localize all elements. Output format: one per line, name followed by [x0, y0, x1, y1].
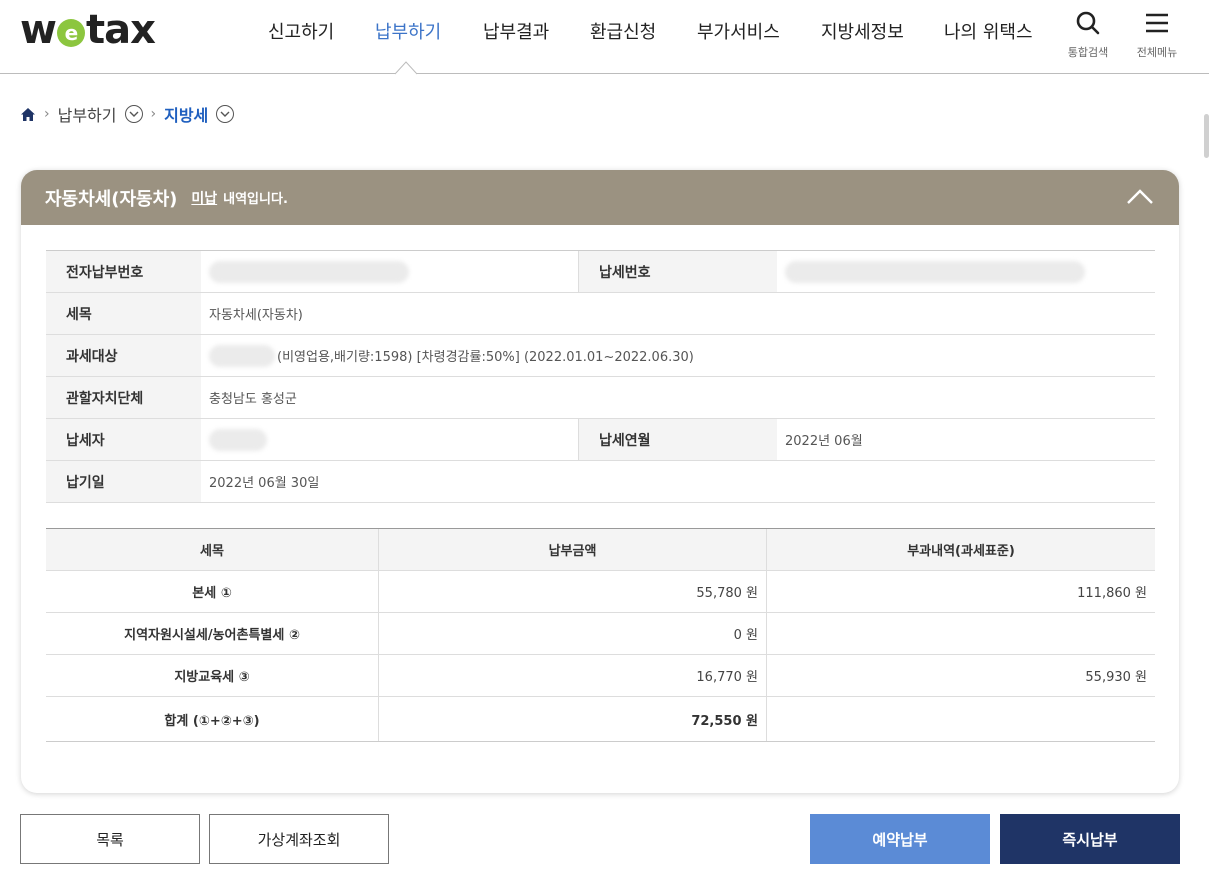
menu-label: 전체메뉴: [1136, 46, 1178, 59]
pay-now-button[interactable]: 즉시납부: [1000, 814, 1180, 864]
tax-item-value: 자동차세(자동차): [209, 308, 303, 323]
unpaid-status-badge: 미납: [191, 190, 218, 207]
reserve-pay-button[interactable]: 예약납부: [810, 814, 990, 864]
nav-item-payment[interactable]: 납부하기: [375, 18, 441, 44]
page-scrollbar-thumb[interactable]: [1204, 114, 1209, 158]
logo-e-icon: e: [56, 19, 85, 47]
epay-number-value: [201, 251, 578, 292]
breadcrumb-payment[interactable]: 납부하기: [58, 102, 117, 126]
epay-number-label: 전자납부번호: [46, 251, 201, 292]
table-header-row: 세목 납부금액 부과내역(과세표준): [46, 529, 1155, 571]
search-icon: [1076, 11, 1100, 35]
assessment-cell: 111,860 원: [766, 571, 1155, 612]
tax-object-value: (비영업용,배기량:1598) [차령경감률:50%] (2022.01.01~…: [201, 335, 694, 376]
search-label: 통합검색: [1067, 46, 1109, 59]
tax-object-label: 과세대상: [46, 335, 201, 376]
tax-item-label: 세목: [46, 293, 201, 334]
wetax-logo[interactable]: w e tax: [20, 7, 156, 53]
table-row: 납기일 2022년 06월 30일: [46, 461, 1155, 503]
table-row: 관할자치단체 충청남도 홍성군: [46, 377, 1155, 419]
redacted-tax-number: [785, 260, 1085, 283]
redacted-epay-number: [209, 260, 409, 283]
breadcrumb-local-tax[interactable]: 지방세: [164, 102, 208, 126]
breadcrumb: › 납부하기 › 지방세: [20, 102, 235, 126]
tax-item-cell: 본세 ①: [192, 586, 232, 601]
active-nav-pointer-icon: [395, 61, 417, 75]
taxpayer-label: 납세자: [46, 419, 201, 460]
taxpayer-value: [201, 419, 578, 460]
col-header-assessment: 부과내역(과세표준): [766, 529, 1155, 570]
col-header-tax-item: 세목: [200, 544, 224, 559]
all-menu-button[interactable]: 전체메뉴: [1129, 10, 1185, 60]
amount-cell: 55,780 원: [378, 571, 766, 612]
nav-item-refund[interactable]: 환급신청: [590, 18, 656, 44]
tax-detail-card: 자동차세(자동차) 미납 내역입니다. 전자납부번호 납세번호 세목 자동차세(…: [21, 170, 1179, 793]
table-row: 본세 ① 55,780 원 111,860 원: [46, 571, 1155, 613]
jurisdiction-value: 충청남도 홍성군: [209, 392, 297, 407]
table-row: 세목 자동차세(자동차): [46, 293, 1155, 335]
due-date-value: 2022년 06월 30일: [209, 476, 320, 491]
tax-info-table: 전자납부번호 납세번호 세목 자동차세(자동차) 과세대상 (비영업용,배기량:…: [46, 250, 1155, 503]
nav-item-local-tax-info[interactable]: 지방세정보: [821, 18, 904, 44]
assessment-cell: 55,930 원: [766, 655, 1155, 696]
redacted-vehicle-number: [209, 344, 275, 367]
table-row: 지방교육세 ③ 16,770 원 55,930 원: [46, 655, 1155, 697]
jurisdiction-label: 관할자치단체: [46, 377, 201, 418]
chevron-right-icon: ›: [44, 106, 50, 122]
nav-item-extra-services[interactable]: 부가서비스: [697, 18, 780, 44]
tax-item-cell: 지역자원시설세/농어촌특별세 ②: [124, 628, 300, 643]
total-amount: 72,550 원: [378, 697, 766, 741]
amount-cell: 0 원: [378, 613, 766, 654]
collapse-chevron-up-icon[interactable]: [1125, 185, 1155, 209]
tax-number-value: [777, 251, 1155, 292]
total-row: 합계 (①+②+③) 72,550 원: [46, 697, 1155, 742]
tax-month-label: 납세연월: [578, 419, 777, 460]
logo-text-left: w: [20, 7, 57, 53]
nav-item-report[interactable]: 신고하기: [268, 18, 334, 44]
top-header: w e tax 신고하기 납부하기 납부결과 환급신청 부가서비스 지방세정보 나의…: [0, 0, 1209, 75]
table-row: 지역자원시설세/농어촌특별세 ② 0 원: [46, 613, 1155, 655]
nav-item-payment-result[interactable]: 납부결과: [483, 18, 549, 44]
tax-month-value: 2022년 06월: [785, 434, 863, 449]
hamburger-menu-icon: [1146, 13, 1168, 33]
total-assessment: [766, 697, 1155, 741]
chevron-down-icon[interactable]: [216, 105, 235, 123]
assessment-cell: [766, 613, 1155, 654]
page-scrollbar[interactable]: [1203, 74, 1209, 880]
amount-table: 세목 납부금액 부과내역(과세표준) 본세 ① 55,780 원 111,860…: [46, 528, 1155, 742]
list-button[interactable]: 목록: [20, 814, 200, 864]
table-row: 과세대상 (비영업용,배기량:1598) [차령경감률:50%] (2022.0…: [46, 335, 1155, 377]
chevron-down-icon[interactable]: [124, 105, 143, 123]
nav-item-my-wetax[interactable]: 나의 위택스: [944, 18, 1033, 44]
card-header: 자동차세(자동차) 미납 내역입니다.: [21, 170, 1179, 225]
integrated-search-button[interactable]: 통합검색: [1060, 10, 1116, 60]
card-title: 자동차세(자동차): [45, 188, 178, 210]
card-title-suffix: 내역입니다.: [223, 192, 288, 207]
redacted-taxpayer-name: [209, 428, 267, 451]
amount-cell: 16,770 원: [378, 655, 766, 696]
table-row: 전자납부번호 납세번호: [46, 251, 1155, 293]
due-date-label: 납기일: [46, 461, 201, 502]
tax-item-cell: 지방교육세 ③: [174, 670, 250, 685]
virtual-account-button[interactable]: 가상계좌조회: [209, 814, 389, 864]
chevron-right-icon: ›: [150, 106, 157, 122]
tax-number-label: 납세번호: [578, 251, 777, 292]
total-label: 합계 (①+②+③): [164, 713, 260, 729]
home-icon[interactable]: [20, 107, 36, 122]
logo-text-right: tax: [85, 7, 156, 53]
table-row: 납세자 납세연월 2022년 06월: [46, 419, 1155, 461]
col-header-amount: 납부금액: [378, 529, 766, 570]
